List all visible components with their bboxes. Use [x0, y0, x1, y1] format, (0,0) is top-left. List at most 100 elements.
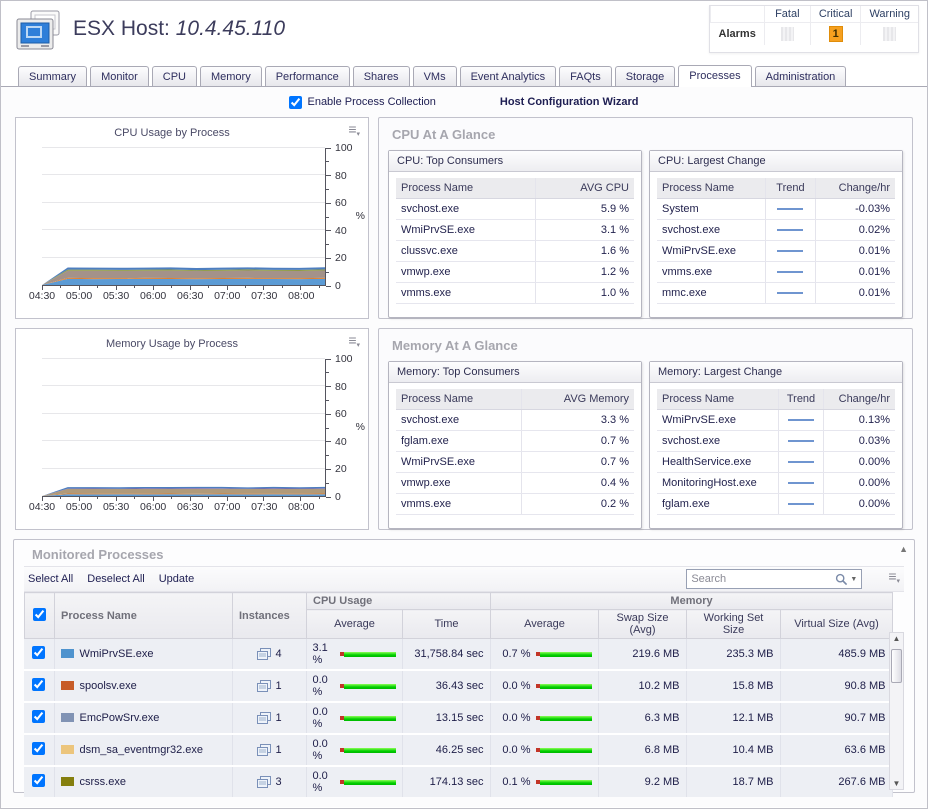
cpu-usage-bar [340, 684, 396, 689]
table-menu-icon[interactable]: ≡▾ [888, 571, 900, 587]
row-checkbox[interactable] [32, 710, 45, 723]
memory-largest-change-row[interactable]: MonitoringHost.exe 0.00% [657, 473, 895, 494]
host-configuration-wizard-link[interactable]: Host Configuration Wizard [500, 96, 639, 108]
processes-tab-content: Enable Process Collection Host Configura… [1, 86, 927, 807]
col-virtual-size: Virtual Size (Avg) [781, 610, 893, 639]
tab[interactable]: Memory [200, 66, 262, 86]
instances-icon [256, 712, 272, 725]
tab[interactable]: FAQts [559, 66, 612, 86]
enable-process-collection-checkbox[interactable] [289, 96, 302, 109]
process-name: WmiPrvSE.exe [396, 220, 536, 241]
col-process-name: Process Name [396, 178, 536, 199]
cpu-largest-change-row[interactable]: mmc.exe 0.01% [657, 283, 895, 304]
cpu-top-consumer-row[interactable]: WmiPrvSE.exe 3.1 % [396, 220, 634, 241]
page-header: ESX Host: 10.4.45.110 Fatal Critical War… [1, 1, 927, 65]
row-checkbox[interactable] [32, 742, 45, 755]
select-all-link[interactable]: Select All [28, 573, 73, 585]
cpu-row: CPU Usage by Process ≡▾ 020406080100 % 0… [15, 117, 913, 319]
col-trend: Trend [765, 178, 815, 199]
working-set-size-value: 12.1 MB [686, 702, 780, 734]
memory-largest-change-row[interactable]: fglam.exe 0.00% [657, 494, 895, 515]
process-name: svchost.exe [396, 199, 536, 220]
search-icon[interactable] [835, 573, 848, 586]
memory-top-consumer-row[interactable]: svchost.exe 3.3 % [396, 410, 634, 431]
search-input[interactable] [691, 573, 835, 585]
tab[interactable]: Administration [755, 66, 847, 86]
memory-top-consumer-row[interactable]: WmiPrvSE.exe 0.7 % [396, 452, 634, 473]
tab[interactable]: VMs [413, 66, 457, 86]
tab[interactable]: Shares [353, 66, 410, 86]
row-checkbox[interactable] [32, 774, 45, 787]
memory-largest-change-row[interactable]: svchost.exe 0.03% [657, 431, 895, 452]
trend-sparkline [788, 482, 814, 484]
tab[interactable]: Monitor [90, 66, 149, 86]
process-name: fglam.exe [396, 431, 522, 452]
row-checkbox[interactable] [32, 646, 45, 659]
tab[interactable]: Event Analytics [460, 66, 557, 86]
change-per-hr-value: 0.00% [824, 473, 895, 494]
memory-chart-title: Memory Usage by Process [16, 338, 328, 350]
tab[interactable]: Processes [678, 65, 751, 87]
avg-cpu-value: 1.6 % [536, 241, 634, 262]
cpu-top-consumer-row[interactable]: vmms.exe 1.0 % [396, 283, 634, 304]
process-table-row[interactable]: dsm_sa_eventmgr32.exe 1 0.0 % [24, 734, 892, 766]
scrollbar-thumb[interactable] [891, 649, 902, 683]
select-all-checkbox[interactable] [33, 608, 46, 621]
change-per-hr-value: 0.01% [816, 241, 895, 262]
process-color-swatch [61, 745, 74, 754]
scroll-up-arrow-icon[interactable]: ▲ [890, 634, 903, 643]
col-avg-cpu: AVG CPU [536, 178, 634, 199]
memory-largest-change-row[interactable]: HealthService.exe 0.00% [657, 452, 895, 473]
cpu-top-consumer-row[interactable]: svchost.exe 5.9 % [396, 199, 634, 220]
process-table-row[interactable]: spoolsv.exe 1 0.0 % [24, 670, 892, 702]
cpu-largest-change-box: CPU: Largest Change Process Name Trend C… [649, 150, 903, 318]
cpu-largest-change-title: CPU: Largest Change [650, 151, 902, 172]
scroll-down-arrow-icon[interactable]: ▼ [890, 779, 903, 788]
cpu-at-a-glance-panel: CPU At A Glance CPU: Top Consumers Proce… [378, 117, 913, 319]
chart-menu-icon[interactable]: ≡▾ [348, 124, 360, 140]
critical-alarm-count-badge[interactable]: 1 [829, 26, 843, 42]
cpu-largest-change-row[interactable]: WmiPrvSE.exe 0.01% [657, 241, 895, 262]
cpu-top-consumer-row[interactable]: clussvc.exe 1.6 % [396, 241, 634, 262]
process-name: csrss.exe [80, 776, 126, 788]
process-name: clussvc.exe [396, 241, 536, 262]
cpu-largest-change-row[interactable]: System -0.03% [657, 199, 895, 220]
table-vertical-scrollbar[interactable]: ▲ ▼ [889, 632, 904, 790]
cpu-largest-change-row[interactable]: svchost.exe 0.02% [657, 220, 895, 241]
cpu-usage-bar [340, 652, 396, 657]
row-checkbox[interactable] [32, 678, 45, 691]
memory-chart-y-axis-label: % [356, 421, 365, 433]
tab[interactable]: Storage [615, 66, 676, 86]
process-color-swatch [61, 713, 74, 722]
esx-host-icon [15, 9, 67, 55]
change-per-hr-value: 0.02% [816, 220, 895, 241]
trend-sparkline [777, 250, 803, 252]
process-table-row[interactable]: csrss.exe 3 0.0 % [24, 766, 892, 797]
panel-scroll-up-icon[interactable]: ▲ [899, 544, 908, 554]
deselect-all-link[interactable]: Deselect All [87, 573, 144, 585]
update-link[interactable]: Update [159, 573, 194, 585]
fatal-alarm-empty-badge [781, 27, 794, 41]
memory-top-consumer-row[interactable]: vmms.exe 0.2 % [396, 494, 634, 515]
tab[interactable]: Performance [265, 66, 350, 86]
instances-icon [256, 680, 272, 693]
cpu-largest-change-row[interactable]: vmms.exe 0.01% [657, 262, 895, 283]
tab[interactable]: CPU [152, 66, 197, 86]
instances-count: 4 [275, 648, 281, 660]
search-options-dropdown-icon[interactable]: ▼ [850, 576, 857, 583]
process-table-row[interactable]: WmiPrvSE.exe 4 3.1 % [24, 639, 892, 670]
tab[interactable]: Summary [18, 66, 87, 86]
chart-menu-icon[interactable]: ≡▾ [348, 335, 360, 351]
cpu-top-consumers-title: CPU: Top Consumers [389, 151, 641, 172]
cpu-top-consumer-row[interactable]: vmwp.exe 1.2 % [396, 262, 634, 283]
memory-top-consumer-row[interactable]: fglam.exe 0.7 % [396, 431, 634, 452]
memory-top-consumer-row[interactable]: vmwp.exe 0.4 % [396, 473, 634, 494]
cpu-chart-title: CPU Usage by Process [16, 127, 328, 139]
alarms-col-fatal: Fatal [764, 6, 810, 23]
process-name: vmms.exe [396, 283, 536, 304]
memory-usage-bar [536, 716, 592, 721]
instances-count: 1 [275, 744, 281, 756]
memory-largest-change-row[interactable]: WmiPrvSE.exe 0.13% [657, 410, 895, 431]
memory-usage-bar [536, 748, 592, 753]
process-table-row[interactable]: EmcPowSrv.exe 1 0.0 % [24, 702, 892, 734]
